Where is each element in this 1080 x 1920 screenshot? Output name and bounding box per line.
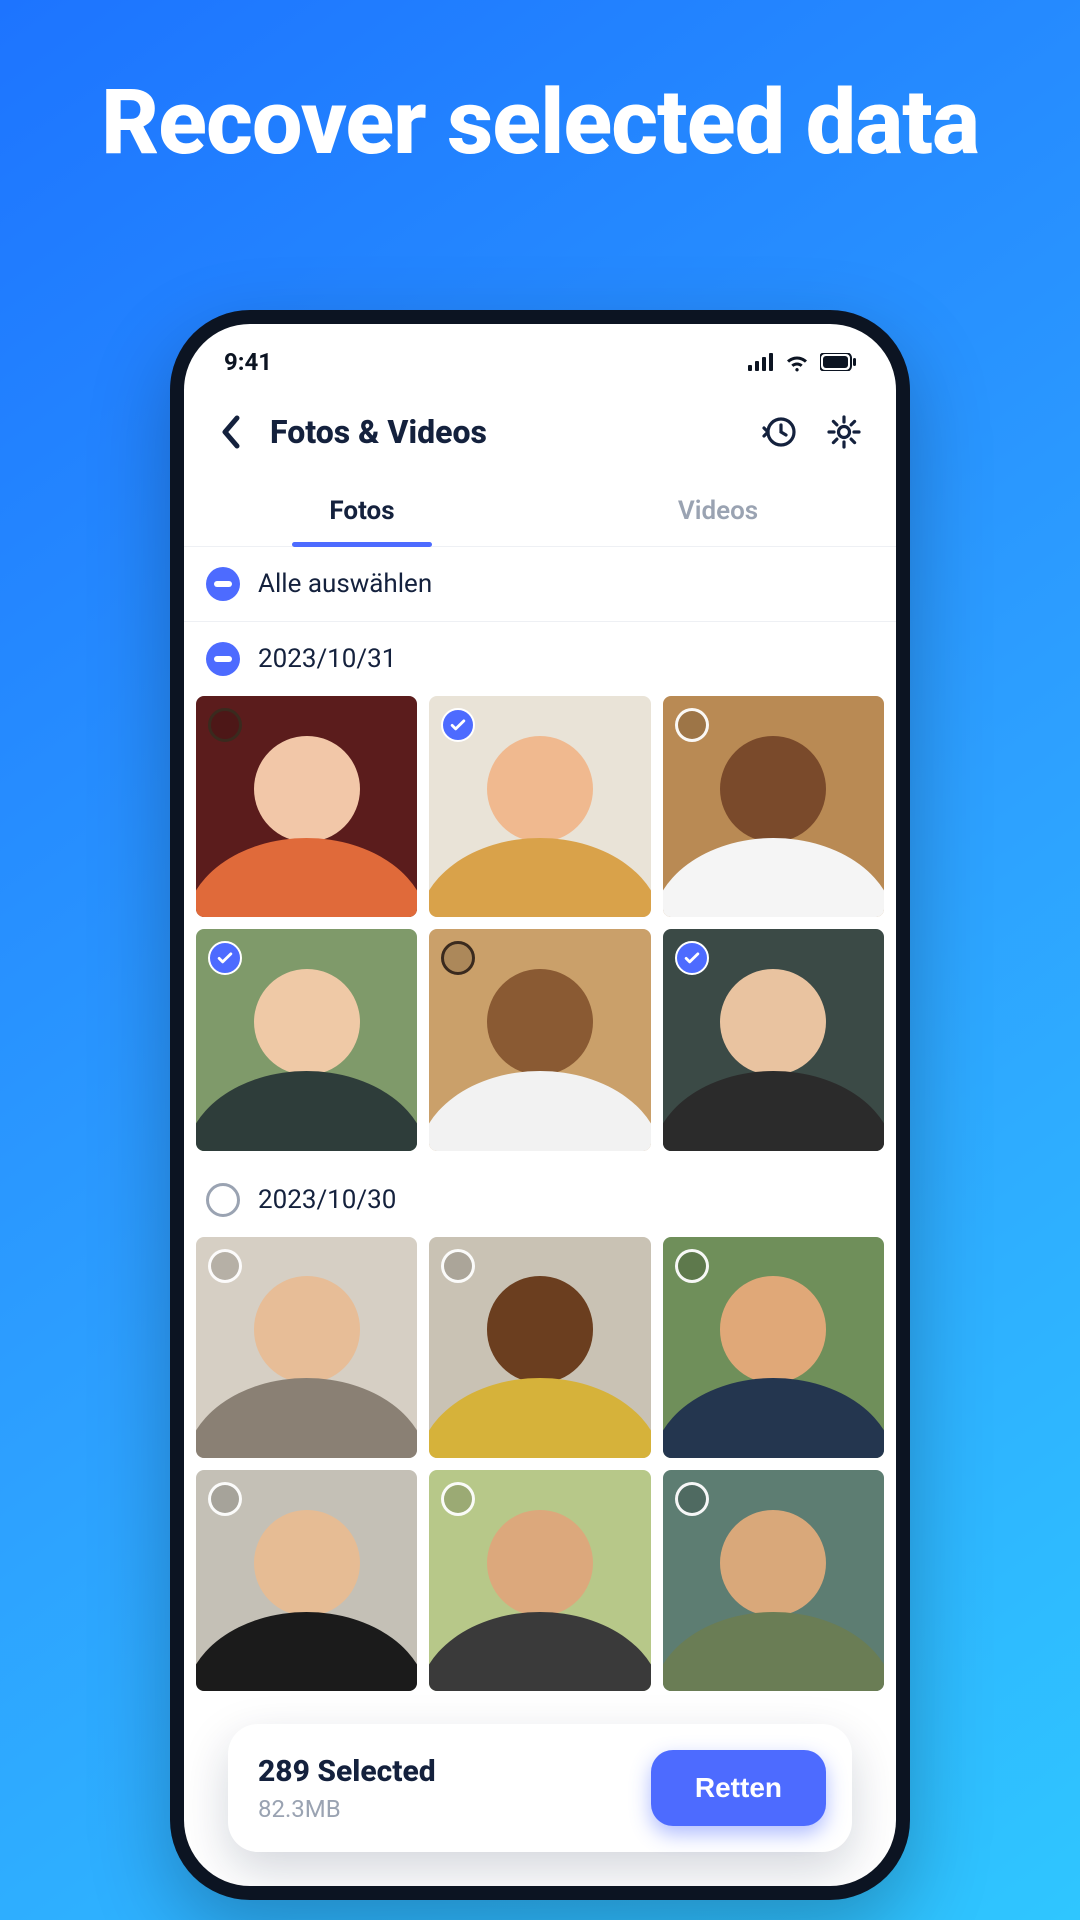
status-time: 9:41 (224, 348, 272, 376)
date-group-header[interactable]: 2023/10/30 (184, 1163, 896, 1237)
tab-videos[interactable]: Videos (540, 474, 896, 546)
selection-size: 82.3MB (258, 1795, 631, 1823)
chevron-left-icon (219, 415, 241, 449)
gear-icon (826, 414, 862, 450)
photo-thumbnail[interactable] (429, 696, 650, 917)
date-group-label: 2023/10/31 (258, 644, 396, 674)
photo-grid (184, 696, 896, 1163)
action-card: 289 Selected 82.3MB Retten (228, 1724, 852, 1852)
select-all-row[interactable]: Alle auswählen (184, 547, 896, 621)
unchecked-circle-icon[interactable] (208, 1249, 242, 1283)
unchecked-circle-icon[interactable] (675, 1482, 709, 1516)
date-group-checkbox[interactable] (206, 1183, 240, 1217)
photo-thumbnail[interactable] (196, 1470, 417, 1691)
selection-count: 289 Selected (258, 1754, 631, 1789)
tab-bar: Fotos Videos (184, 474, 896, 547)
unchecked-circle-icon[interactable] (675, 708, 709, 742)
back-button[interactable] (206, 408, 254, 456)
page-title: Fotos & Videos (270, 413, 740, 451)
select-all-label: Alle auswählen (258, 569, 432, 599)
unchecked-circle-icon[interactable] (208, 708, 242, 742)
status-bar: 9:41 (184, 334, 896, 390)
content-scroll[interactable]: Alle auswählen 2023/10/31 2023/10/30 289 … (184, 547, 896, 1886)
history-button[interactable] (756, 408, 804, 456)
photo-thumbnail[interactable] (663, 696, 884, 917)
photo-thumbnail[interactable] (663, 929, 884, 1150)
cellular-icon (748, 353, 774, 371)
recover-button[interactable]: Retten (651, 1750, 826, 1826)
unchecked-circle-icon[interactable] (675, 1249, 709, 1283)
history-icon (762, 414, 798, 450)
date-group-label: 2023/10/30 (258, 1185, 396, 1215)
wifi-icon (784, 352, 810, 372)
date-group-checkbox[interactable] (206, 642, 240, 676)
settings-button[interactable] (820, 408, 868, 456)
unchecked-circle-icon[interactable] (441, 1249, 475, 1283)
photo-thumbnail[interactable] (663, 1470, 884, 1691)
battery-icon (820, 353, 856, 371)
phone-frame: 9:41 Fotos & Videos Fotos Videos (170, 310, 910, 1900)
photo-thumbnail[interactable] (429, 1470, 650, 1691)
photo-grid (184, 1237, 896, 1704)
photo-thumbnail[interactable] (196, 1237, 417, 1458)
photo-thumbnail[interactable] (429, 1237, 650, 1458)
select-all-checkbox[interactable] (206, 567, 240, 601)
photo-thumbnail[interactable] (663, 1237, 884, 1458)
phone-screen: 9:41 Fotos & Videos Fotos Videos (184, 324, 896, 1886)
photo-thumbnail[interactable] (429, 929, 650, 1150)
date-group-header[interactable]: 2023/10/31 (184, 622, 896, 696)
tab-photos[interactable]: Fotos (184, 474, 540, 546)
photo-thumbnail[interactable] (196, 696, 417, 917)
unchecked-circle-icon[interactable] (208, 1482, 242, 1516)
checkmark-icon[interactable] (675, 941, 709, 975)
app-header: Fotos & Videos (184, 390, 896, 474)
promo-title: Recover selected data (0, 70, 1080, 175)
status-icons (748, 352, 856, 372)
photo-thumbnail[interactable] (196, 929, 417, 1150)
